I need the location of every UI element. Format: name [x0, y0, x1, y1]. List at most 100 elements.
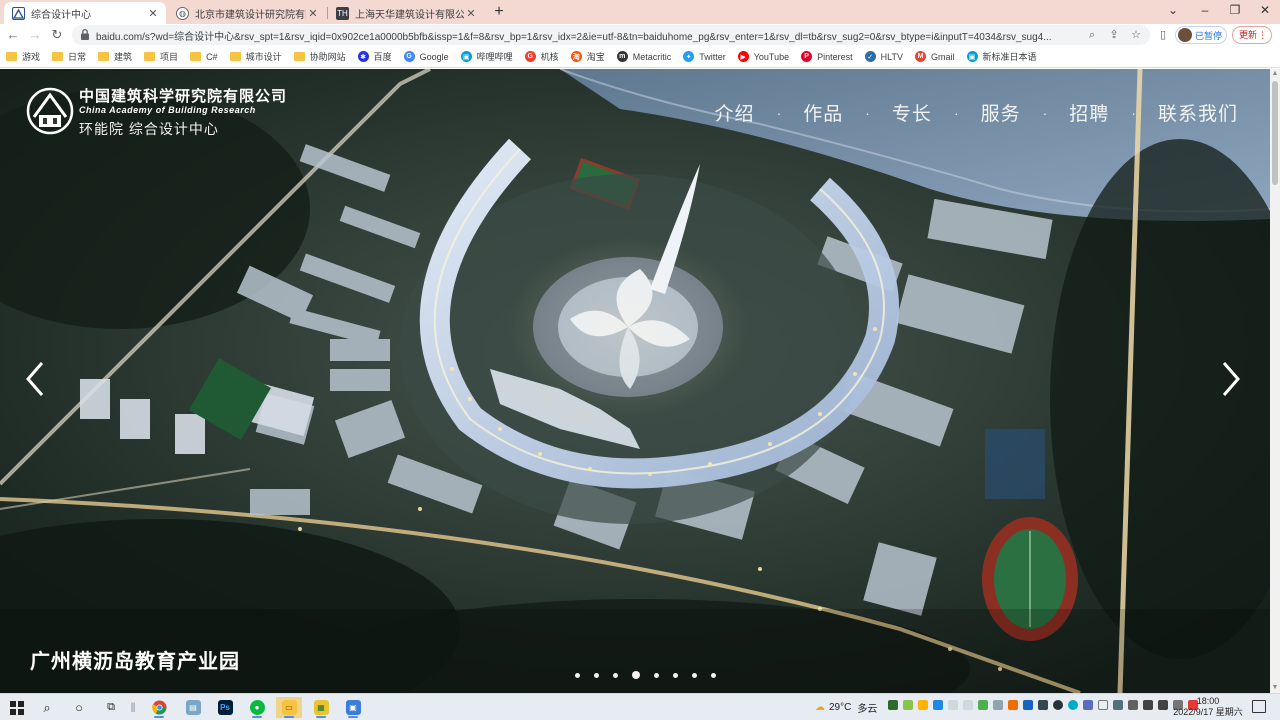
tray-app-icon[interactable] — [948, 700, 958, 710]
windows-start-icon[interactable] — [6, 697, 28, 718]
search-icon[interactable]: ⌕ — [36, 697, 58, 718]
tray-app-icon[interactable] — [1068, 700, 1078, 710]
nav-item[interactable]: 联系我们 — [1158, 99, 1238, 126]
bookmark-item[interactable]: 协助网站 — [293, 50, 346, 63]
bookmark-item[interactable]: ✱ 百度 — [357, 50, 392, 63]
close-window-button[interactable]: ✕ — [1250, 0, 1280, 22]
tab-beijing[interactable]: ◍ 北京市建筑设计研究院有限公司 ✕ — [168, 2, 326, 24]
chevron-right-icon[interactable] — [1216, 359, 1246, 399]
bookmark-item[interactable]: 游戏 — [6, 50, 40, 63]
carousel-dot[interactable] — [632, 671, 640, 679]
folder-icon — [52, 52, 64, 61]
nav-item[interactable]: 招聘 — [1069, 99, 1109, 126]
profile-button[interactable]: 已暂停 — [1175, 26, 1227, 44]
bookmark-item[interactable]: ▣ 哔哩哔哩 — [460, 50, 513, 63]
scroll-thumb[interactable] — [1272, 81, 1278, 185]
tray-app-icon[interactable] — [1098, 700, 1108, 710]
chevron-left-icon[interactable] — [20, 359, 50, 399]
bookmark-label: Twitter — [699, 51, 726, 62]
forward-arrow-icon[interactable]: → — [26, 26, 44, 44]
bookmark-item[interactable]: M Gmail — [914, 51, 955, 62]
nav-item[interactable]: 介绍 — [715, 99, 755, 126]
bookmark-item[interactable]: 城市设计 — [229, 50, 282, 63]
presentation-icon[interactable]: ▣ — [340, 697, 366, 718]
task-view-icon[interactable]: ⧉ — [100, 697, 122, 718]
scroll-down-icon[interactable]: ▼ — [1270, 683, 1280, 693]
reload-icon[interactable]: ↻ — [48, 26, 66, 44]
page-scrollbar[interactable]: ▲ ▼ — [1270, 69, 1280, 693]
bookmark-item[interactable]: ✓ HLTV — [864, 51, 903, 62]
chrome-icon[interactable] — [146, 697, 172, 718]
network-icon[interactable] — [1113, 700, 1123, 710]
address-bar[interactable]: baidu.com/s?wd=综合设计中心&rsv_spt=1&rsv_iqid… — [72, 25, 1150, 45]
pen-icon[interactable] — [1143, 700, 1153, 710]
share-icon[interactable]: ⇪ — [1106, 27, 1122, 43]
minimize-button[interactable]: – — [1190, 0, 1220, 22]
zoom-icon[interactable]: ⌕ — [1084, 27, 1100, 43]
close-tab-icon[interactable]: ✕ — [146, 7, 160, 20]
carousel-dot[interactable] — [594, 672, 599, 678]
close-tab-icon[interactable]: ✕ — [306, 7, 320, 20]
back-arrow-icon[interactable]: ← — [4, 26, 22, 44]
tab-active[interactable]: 综合设计中心 ✕ — [4, 2, 166, 24]
bookmark-item[interactable]: P Pinterest — [801, 51, 853, 62]
nav-item[interactable]: 服务 — [981, 99, 1021, 126]
bookmarks-bar: 游戏 日常 建筑 项目 C# 城市设计 协助网站 ✱ 百度 G Google ▣ 哔哩哔哩 G 机核 淘淘宝 m… — [0, 46, 1280, 68]
bookmark-item[interactable]: m Metacritic — [616, 51, 671, 62]
windows-taskbar: ⌕ ○ ⧉ ‖ ▤ Ps ● ▭ ▦ ▣ ☁ 29°C 多云 18:00 202… — [0, 693, 1280, 720]
carousel-dot[interactable] — [575, 672, 580, 678]
bookmark-item[interactable]: 项目 — [144, 50, 178, 63]
carousel-dot[interactable] — [673, 672, 678, 678]
carousel-dot[interactable] — [613, 672, 618, 678]
close-tab-icon[interactable]: ✕ — [464, 7, 478, 20]
update-button[interactable]: 更新 ⋮ — [1232, 26, 1272, 44]
bilibili-icon: ▣ — [460, 51, 472, 62]
tray-app-icon[interactable] — [993, 700, 1003, 710]
side-panel-icon[interactable]: ▯ — [1154, 26, 1172, 44]
scroll-up-icon[interactable]: ▲ — [1270, 69, 1280, 79]
system-clock[interactable]: 18:00 2022/9/17 星期六 — [1168, 696, 1248, 718]
tray-app-icon[interactable] — [903, 700, 913, 710]
tab-search-icon[interactable]: ⌄ — [1158, 0, 1188, 22]
carousel-dot[interactable] — [654, 672, 659, 678]
bookmark-star-icon[interactable]: ☆ — [1128, 27, 1144, 43]
bookmark-item[interactable]: G 机核 — [524, 50, 559, 63]
bookmark-item[interactable]: ▶ YouTube — [737, 51, 789, 62]
tray-app-icon[interactable] — [888, 700, 898, 710]
wechat-icon[interactable]: ● — [244, 697, 270, 718]
bookmark-item[interactable]: ▣ 新标准日本语 — [966, 50, 1037, 63]
carousel-dot[interactable] — [692, 672, 697, 678]
photoshop-icon[interactable]: Ps — [212, 697, 238, 718]
bookmark-item[interactable]: ✦ Twitter — [683, 51, 726, 62]
tray-app-icon[interactable] — [918, 700, 928, 710]
bookmark-item[interactable]: 日常 — [52, 50, 86, 63]
nav-item[interactable]: 专长 — [892, 99, 932, 126]
volume-icon[interactable] — [1128, 700, 1138, 710]
bookmark-item[interactable]: 淘淘宝 — [570, 50, 605, 63]
plus-icon[interactable]: + — [490, 3, 508, 21]
input-method-icon[interactable] — [1158, 700, 1168, 710]
tray-app-icon[interactable] — [963, 700, 973, 710]
tray-app-icon[interactable] — [1023, 700, 1033, 710]
site-logo[interactable]: 中国建筑科学研究院有限公司 China Academy of Building … — [26, 87, 287, 139]
folder-icon[interactable]: ▭ — [276, 697, 302, 718]
files-icon[interactable]: ▤ — [180, 697, 206, 718]
bookmark-item[interactable]: 建筑 — [98, 50, 132, 63]
notification-icon[interactable] — [1252, 700, 1266, 713]
restore-button[interactable]: ❐ — [1220, 0, 1250, 22]
tray-app-icon[interactable] — [1008, 700, 1018, 710]
bookmark-item[interactable]: C# — [190, 52, 218, 62]
tray-app-icon[interactable] — [978, 700, 988, 710]
tray-app-icon[interactable] — [1038, 700, 1048, 710]
bookmark-item[interactable]: G Google — [403, 51, 449, 62]
tab-tianhua[interactable]: TH 上海天华建筑设计有限公司官网 ✕ — [328, 2, 484, 24]
notes-icon[interactable]: ▦ — [308, 697, 334, 718]
tray-app-icon[interactable] — [1053, 700, 1063, 710]
nav-separator: · — [1131, 104, 1136, 121]
weather-widget[interactable]: ☁ 29°C 多云 — [815, 700, 877, 715]
cortana-icon[interactable]: ○ — [68, 697, 90, 718]
nav-item[interactable]: 作品 — [803, 99, 843, 126]
tray-app-icon[interactable] — [1083, 700, 1093, 710]
carousel-dot[interactable] — [711, 672, 716, 678]
tray-app-icon[interactable] — [933, 700, 943, 710]
